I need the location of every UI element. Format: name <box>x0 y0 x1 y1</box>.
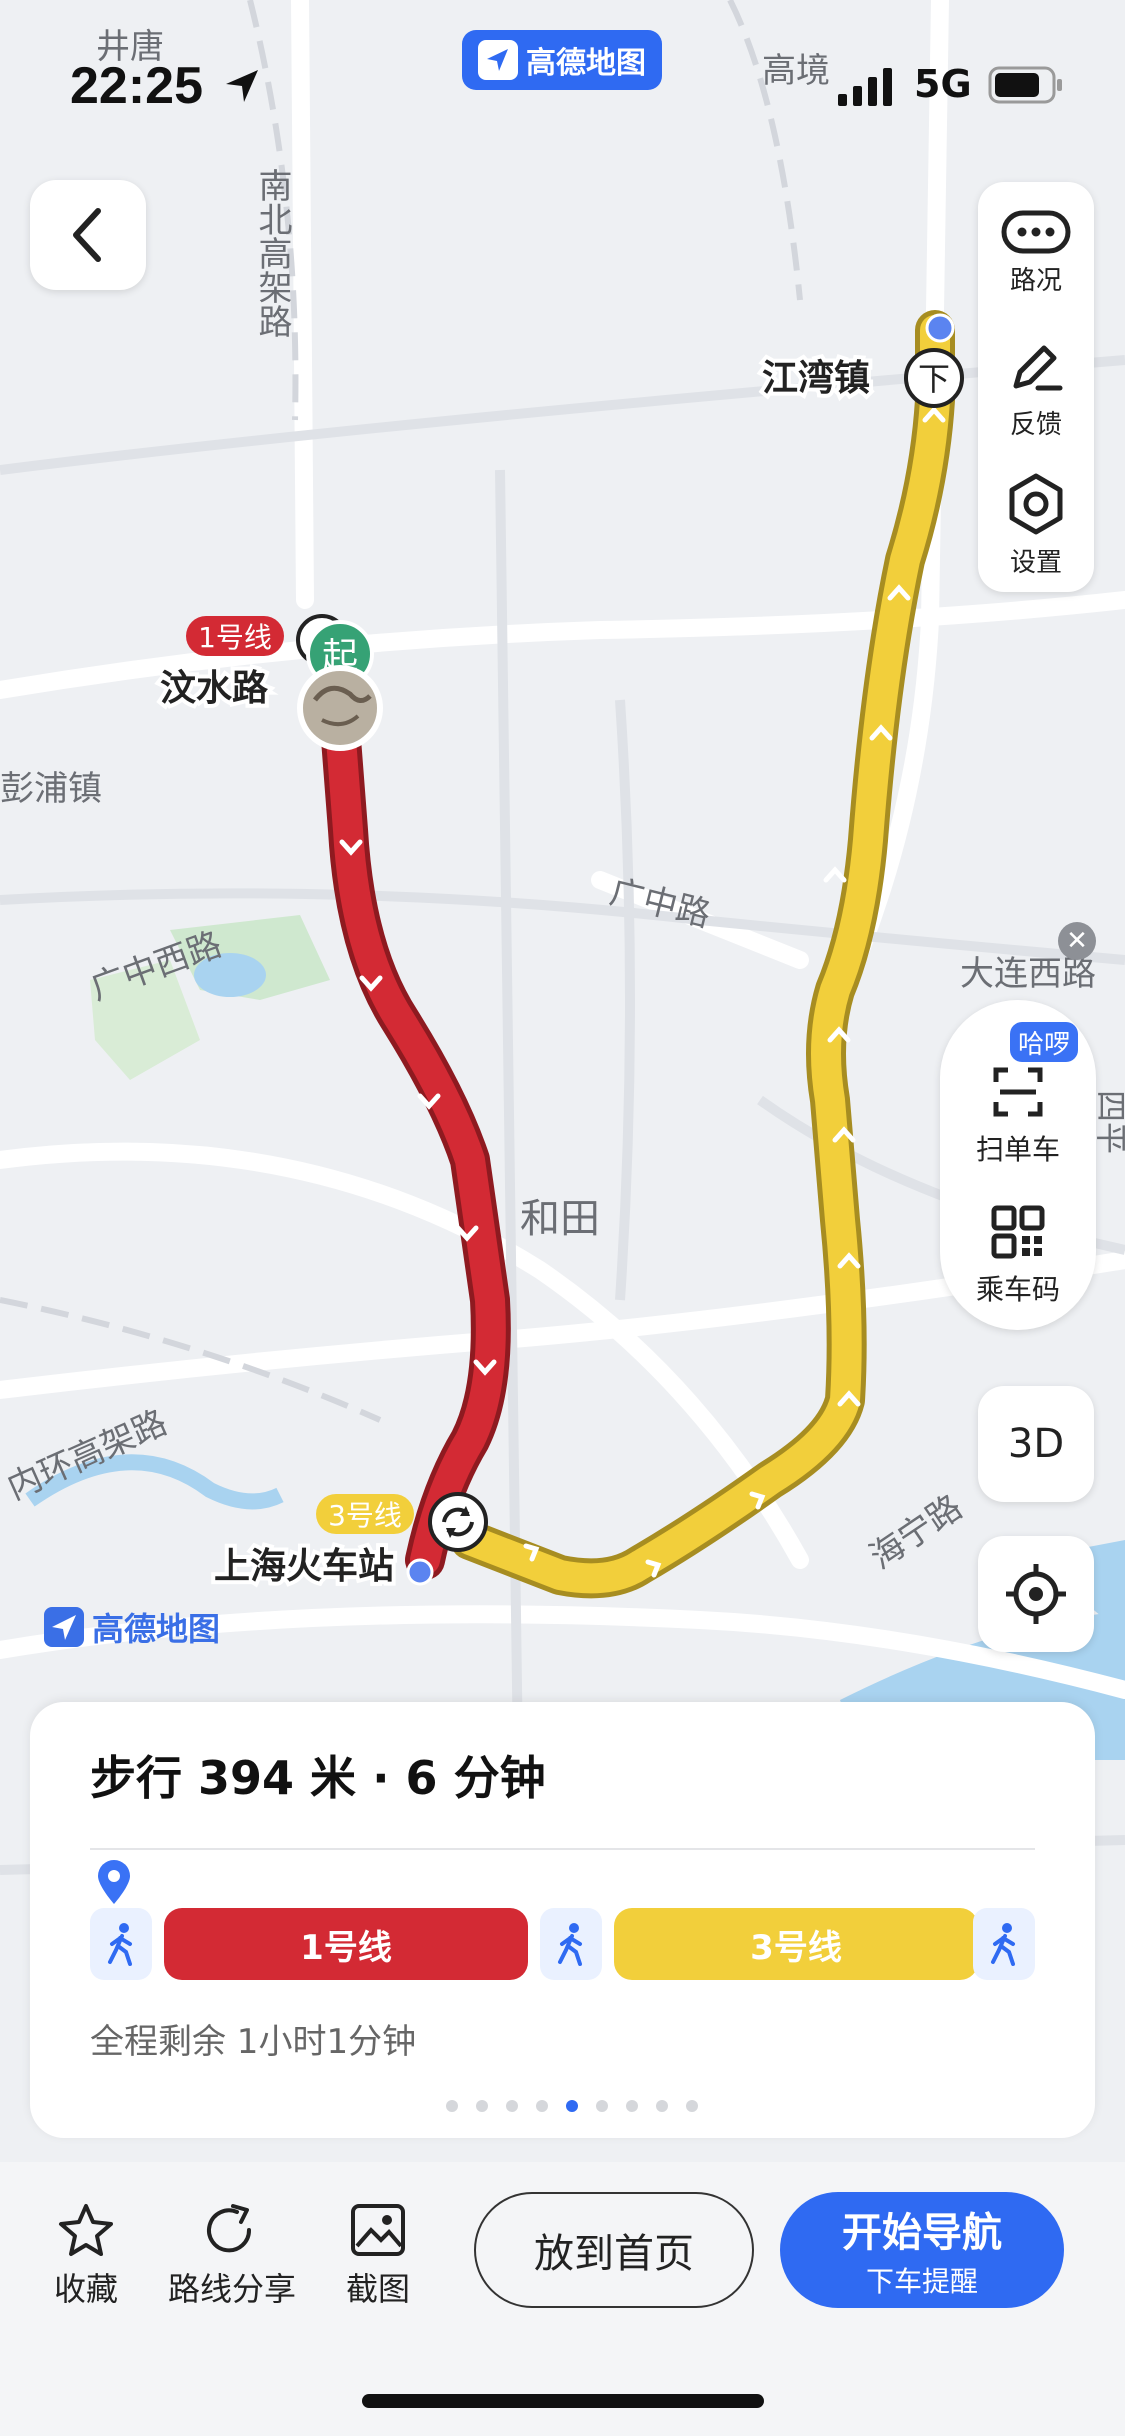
walking-person-icon <box>991 1923 1015 1966</box>
location-services-icon <box>226 70 258 102</box>
map-tools-panel: 路况 反馈 设置 <box>978 182 1094 592</box>
image-icon <box>351 2204 405 2256</box>
label-hetian: 和田 <box>520 1196 600 1242</box>
star-icon <box>59 2204 113 2256</box>
traffic-label: 路况 <box>1009 265 1062 296</box>
station-jiangwan[interactable]: 江湾镇 <box>758 353 874 403</box>
label-pengpu: 彭浦镇 <box>0 769 102 809</box>
divider <box>90 1848 1035 1850</box>
label-dalian-west: 大连西路 <box>960 954 1096 994</box>
feedback-button[interactable]: 反馈 <box>978 324 1094 454</box>
station-wenshui[interactable]: 汶水路 <box>156 663 273 713</box>
back-button[interactable] <box>30 180 146 290</box>
page-indicator[interactable] <box>446 2100 698 2112</box>
scan-bike-label: 扫单车 <box>975 1133 1060 1166</box>
page-dot[interactable] <box>476 2100 488 2112</box>
app-switch-label: 高德地图 <box>526 46 646 81</box>
station-shanghai-railway[interactable]: 上海火车站 <box>210 1542 398 1591</box>
location-pin-icon <box>98 1860 130 1904</box>
destination-dot <box>925 313 955 343</box>
network-type: 5G <box>914 62 972 106</box>
segment-line1[interactable]: 1号线 <box>164 1908 528 1980</box>
favorite-label: 收藏 <box>54 2270 119 2308</box>
page-dot[interactable] <box>536 2100 548 2112</box>
favorite-button[interactable]: 收藏 <box>54 2202 118 2310</box>
alight-marker-text: 下 <box>918 360 950 398</box>
line3-badge-text: 3号线 <box>328 1499 402 1532</box>
feedback-label: 反馈 <box>1009 409 1062 440</box>
share-icon <box>207 2204 252 2253</box>
page-dot[interactable] <box>686 2100 698 2112</box>
screenshot-label: 截图 <box>346 2270 411 2308</box>
label-nanbei-road: 南北高架路 <box>252 168 292 338</box>
close-icon: ✕ <box>1066 926 1088 956</box>
route-info-card[interactable]: 步行 394 米 · 6 分钟 1号线 3号线 全程剩余 1小时1分钟 <box>30 1702 1095 2138</box>
user-avatar[interactable] <box>297 665 383 751</box>
clock: 22:25 <box>70 57 203 115</box>
cellular-signal-icon <box>838 68 892 106</box>
more-dots-icon <box>1001 210 1071 253</box>
crosshair-icon <box>1006 1564 1066 1624</box>
amap-logo-icon <box>44 1607 84 1647</box>
ride-code-label: 乘车码 <box>975 1273 1060 1306</box>
close-ride-panel-button[interactable]: ✕ <box>1058 922 1096 960</box>
remaining-time: 全程剩余 1小时1分钟 <box>90 2022 417 2062</box>
segment-line3[interactable]: 3号线 <box>614 1908 978 1980</box>
ride-code-button[interactable]: 乘车码 <box>940 1204 1096 1308</box>
amap-logo-icon <box>478 40 518 80</box>
scan-bike-button[interactable]: 扫单车 <box>940 1064 1096 1168</box>
app-switch-badge[interactable]: 高德地图 <box>462 30 662 90</box>
walking-person-icon <box>558 1923 582 1966</box>
page-dot[interactable] <box>596 2100 608 2112</box>
status-bar: 22:25 高德地图 5G <box>0 0 1125 170</box>
add-to-home-button[interactable]: 放到首页 <box>474 2192 754 2308</box>
start-navigation-label: 开始导航 <box>842 2210 1002 2256</box>
scan-icon <box>993 1067 1043 1117</box>
alight-marker[interactable]: 下 <box>904 348 964 408</box>
walk-segment-transfer[interactable] <box>540 1908 602 1980</box>
battery-icon <box>988 66 1062 104</box>
share-route-button[interactable]: 路线分享 <box>168 2202 296 2310</box>
transfer-marker[interactable] <box>428 1492 488 1552</box>
qr-code-icon <box>991 1205 1045 1259</box>
settings-button[interactable]: 设置 <box>978 460 1094 590</box>
share-route-label: 路线分享 <box>168 2270 297 2308</box>
page-dot[interactable] <box>506 2100 518 2112</box>
locate-me-button[interactable] <box>978 1536 1094 1652</box>
walk-segment-start[interactable] <box>90 1908 152 1980</box>
route-segments: 1号线 3号线 <box>90 1908 1035 1980</box>
traffic-button[interactable]: 路况 <box>978 188 1094 318</box>
line1-badge-text: 1号线 <box>198 621 272 654</box>
3d-toggle-button[interactable]: 3D <box>978 1386 1094 1502</box>
pencil-icon <box>1013 345 1063 390</box>
screenshot-button[interactable]: 截图 <box>346 2202 410 2310</box>
settings-hexagon-icon <box>1009 473 1063 534</box>
map-watermark: 高德地图 <box>44 1604 220 1650</box>
line3-badge: 3号线 <box>316 1494 414 1534</box>
chevron-left-icon <box>73 208 101 262</box>
hello-brand-badge: 哈啰 <box>1010 1022 1078 1062</box>
page-dot[interactable] <box>566 2100 578 2112</box>
label-siping: 四平 <box>1092 1090 1125 1154</box>
page-dot[interactable] <box>446 2100 458 2112</box>
map-watermark-text: 高德地图 <box>92 1610 221 1648</box>
line1-badge: 1号线 <box>186 616 284 656</box>
page-dot[interactable] <box>626 2100 638 2112</box>
settings-label: 设置 <box>1009 547 1062 578</box>
walking-person-icon <box>108 1923 132 1966</box>
home-indicator[interactable] <box>362 2394 764 2408</box>
transfer-dot <box>406 1558 434 1586</box>
walk-summary: 步行 394 米 · 6 分钟 <box>90 1751 546 1805</box>
page-dot[interactable] <box>656 2100 668 2112</box>
alight-reminder-label: 下车提醒 <box>865 2265 978 2298</box>
start-navigation-button[interactable]: 开始导航 下车提醒 <box>780 2192 1064 2308</box>
walk-segment-end[interactable] <box>973 1908 1035 1980</box>
